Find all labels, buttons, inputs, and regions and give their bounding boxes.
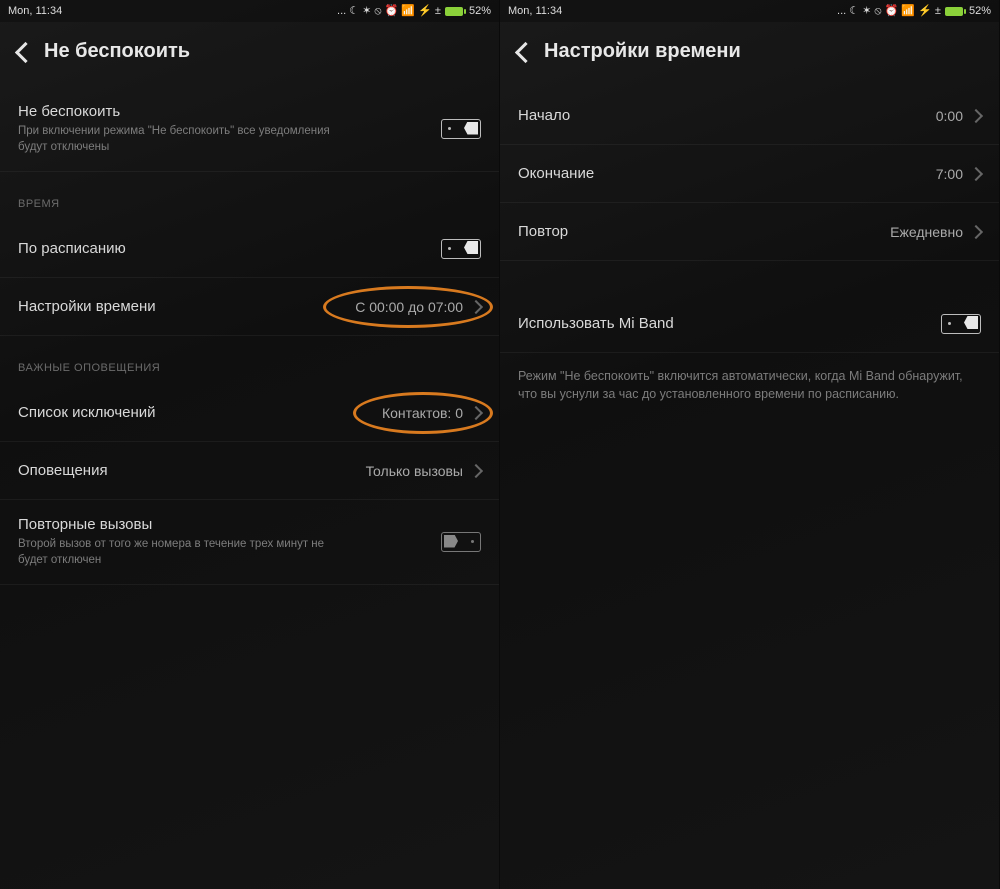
phone-right: Mon, 11:34 ... ☾ ✶ ⦸ ⏰ 📶 ⚡ ± 52% Настрой… (500, 0, 1000, 889)
row-exceptions[interactable]: Список исключений Контактов: 0 (0, 384, 499, 442)
repeat-label: Повтор (518, 223, 568, 240)
page-title: Настройки времени (544, 40, 741, 63)
repeat-calls-label: Повторные вызовы (18, 516, 342, 533)
chevron-right-icon (469, 405, 483, 419)
chevron-right-icon (469, 299, 483, 313)
status-icons: ... ☾ ✶ ⦸ ⏰ 📶 ⚡ ± (837, 4, 941, 18)
chevron-right-icon (969, 224, 983, 238)
repeat-value: Ежедневно (890, 224, 963, 240)
schedule-toggle[interactable] (441, 239, 481, 259)
page-title: Не беспокоить (44, 40, 190, 63)
battery-icon (445, 7, 463, 16)
chevron-right-icon (469, 463, 483, 477)
exceptions-label: Список исключений (18, 404, 156, 421)
miband-description: Режим "Не беспокоить" включится автомати… (500, 353, 999, 417)
back-icon[interactable] (516, 41, 530, 63)
end-value: 7:00 (936, 166, 963, 182)
status-time: Mon, 11:34 (8, 5, 62, 17)
header: Не беспокоить (0, 22, 499, 87)
row-alerts[interactable]: Оповещения Только вызовы (0, 442, 499, 500)
dnd-sub: При включении режима "Не беспокоить" все… (18, 124, 342, 155)
row-miband[interactable]: Использовать Mi Band (500, 295, 999, 353)
row-end-time[interactable]: Окончание 7:00 (500, 145, 999, 203)
end-label: Окончание (518, 165, 594, 182)
chevron-right-icon (969, 108, 983, 122)
battery-percent: 52% (969, 5, 991, 17)
row-schedule[interactable]: По расписанию (0, 220, 499, 278)
alerts-label: Оповещения (18, 462, 108, 479)
row-time-settings[interactable]: Настройки времени С 00:00 до 07:00 (0, 278, 499, 336)
status-bar: Mon, 11:34 ... ☾ ✶ ⦸ ⏰ 📶 ⚡ ± 52% (0, 0, 499, 22)
time-settings-value: С 00:00 до 07:00 (355, 299, 463, 315)
back-icon[interactable] (16, 41, 30, 63)
status-icons: ... ☾ ✶ ⦸ ⏰ 📶 ⚡ ± (337, 4, 441, 18)
start-label: Начало (518, 107, 570, 124)
phone-left: Mon, 11:34 ... ☾ ✶ ⦸ ⏰ 📶 ⚡ ± 52% Не бесп… (0, 0, 500, 889)
start-value: 0:00 (936, 108, 963, 124)
status-time: Mon, 11:34 (508, 5, 562, 17)
repeat-calls-toggle[interactable] (441, 532, 481, 552)
status-bar: Mon, 11:34 ... ☾ ✶ ⦸ ⏰ 📶 ⚡ ± 52% (500, 0, 999, 22)
section-time: ВРЕМЯ (0, 172, 499, 220)
row-repeat-calls[interactable]: Повторные вызовы Второй вызов от того же… (0, 500, 499, 585)
dnd-toggle[interactable] (441, 119, 481, 139)
row-dnd-toggle[interactable]: Не беспокоить При включении режима "Не б… (0, 87, 499, 172)
miband-toggle[interactable] (941, 314, 981, 334)
time-settings-label: Настройки времени (18, 298, 156, 315)
exceptions-value: Контактов: 0 (382, 405, 463, 421)
repeat-calls-sub: Второй вызов от того же номера в течение… (18, 537, 342, 568)
section-alerts: ВАЖНЫЕ ОПОВЕЩЕНИЯ (0, 336, 499, 384)
row-repeat[interactable]: Повтор Ежедневно (500, 203, 999, 261)
chevron-right-icon (969, 166, 983, 180)
battery-icon (945, 7, 963, 16)
alerts-value: Только вызовы (366, 463, 463, 479)
miband-label: Использовать Mi Band (518, 315, 674, 332)
row-start-time[interactable]: Начало 0:00 (500, 87, 999, 145)
dnd-label: Не беспокоить (18, 103, 342, 120)
battery-percent: 52% (469, 5, 491, 17)
schedule-label: По расписанию (18, 240, 126, 257)
header: Настройки времени (500, 22, 999, 87)
